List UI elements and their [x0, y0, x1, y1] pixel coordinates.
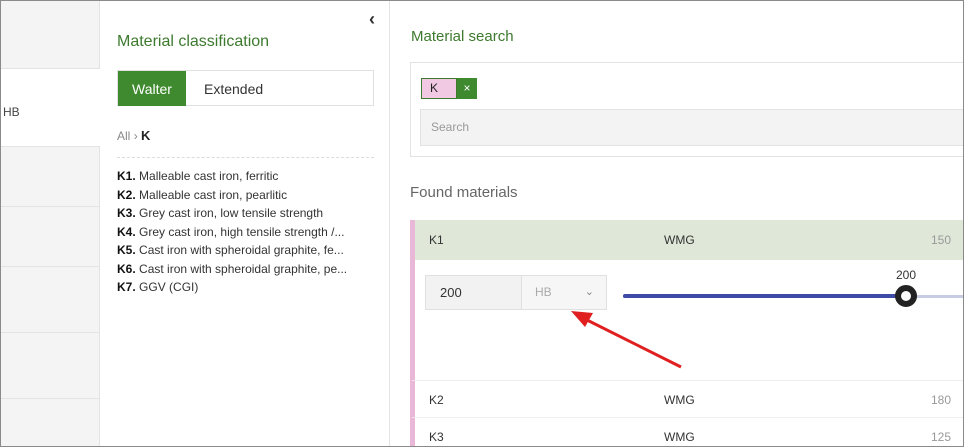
annotation-arrow-icon [571, 311, 682, 369]
app-window: HB ‹ Material classification Walter Exte… [0, 0, 964, 447]
